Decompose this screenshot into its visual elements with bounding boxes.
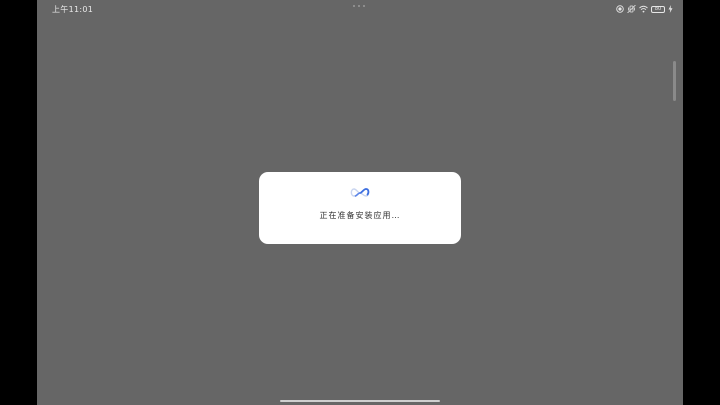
home-indicator[interactable] [280,400,440,402]
scroll-handle[interactable] [673,61,676,101]
dot [353,5,355,7]
status-icons: 80 [616,4,673,14]
vibrate-icon [627,5,636,13]
battery-level: 80 [654,5,662,12]
screen: 上午11:01 80 正在准备安装应用… [37,0,683,405]
loading-spinner-icon [350,188,370,197]
charging-icon [668,5,673,13]
wifi-icon [639,5,648,13]
dialog-message: 正在准备安装应用… [319,211,401,220]
battery-icon: 80 [651,5,665,13]
status-time: 上午11:01 [52,5,94,14]
installing-dialog: 正在准备安装应用… [259,172,461,244]
record-icon [616,5,624,13]
dot [358,5,360,7]
window-dots-handle[interactable] [353,5,365,7]
status-bar: 上午11:01 80 [37,0,683,20]
dot [363,5,365,7]
